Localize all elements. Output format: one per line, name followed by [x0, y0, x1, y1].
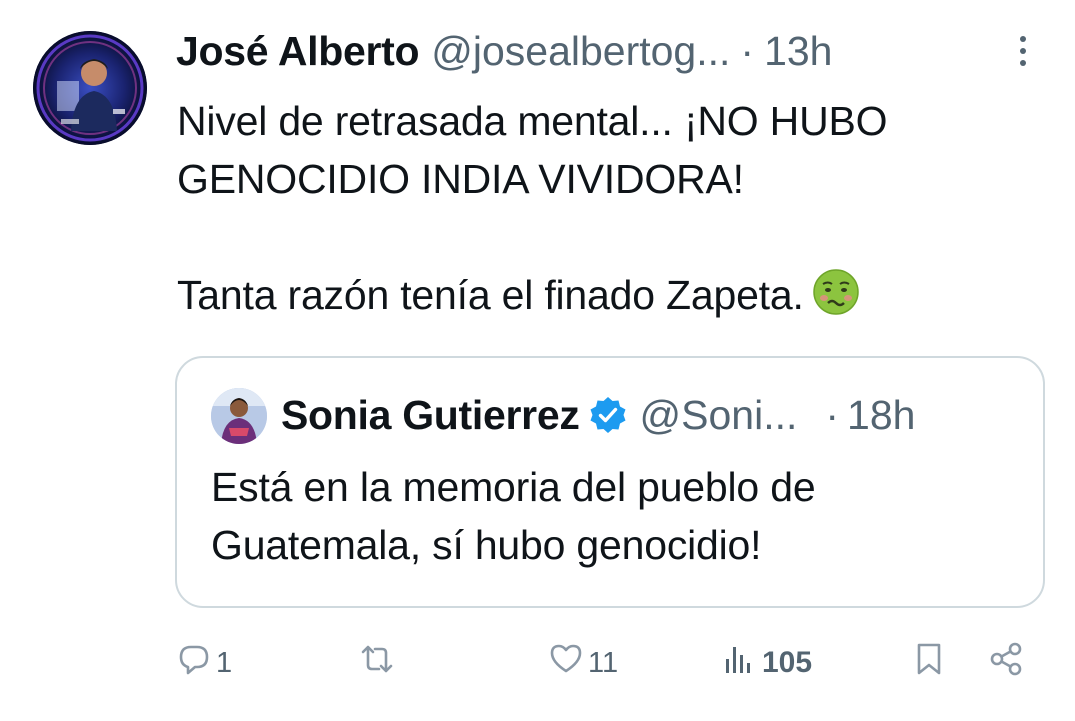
like-button[interactable]: 11: [548, 636, 618, 690]
separator-dot: ·: [740, 28, 755, 74]
quoted-tweet-card[interactable]: Sonia Gutierrez @Soni... · 18h Está en l…: [175, 356, 1045, 608]
share-button[interactable]: [988, 636, 1024, 690]
reply-icon: [176, 641, 212, 685]
tweet-text-paragraph-1: Nivel de retrasada mental... ¡NO HUBO GE…: [177, 98, 888, 202]
retweet-button[interactable]: [359, 636, 399, 690]
share-icon: [988, 641, 1024, 685]
author-avatar[interactable]: [33, 31, 147, 145]
more-options-icon[interactable]: [1012, 32, 1034, 72]
quoted-separator-dot: ·: [825, 391, 840, 438]
heart-icon: [548, 641, 584, 685]
like-count: 11: [588, 646, 619, 679]
views-button[interactable]: 105: [722, 636, 812, 690]
retweet-icon: [359, 641, 395, 685]
quoted-author-avatar[interactable]: [211, 388, 267, 444]
tweet-header: José Alberto @josealbertog... · 13h: [176, 28, 832, 74]
analytics-bars-icon: [722, 641, 758, 685]
reply-button[interactable]: 1: [176, 636, 232, 690]
nauseated-face-icon: [812, 268, 860, 316]
quoted-author-name[interactable]: Sonia Gutierrez: [281, 392, 580, 439]
quoted-tweet-header: Sonia Gutierrez @Soni... · 18h: [281, 390, 915, 440]
reply-count: 1: [216, 646, 233, 679]
tweet-body: Nivel de retrasada mental... ¡NO HUBO GE…: [177, 92, 1057, 324]
bookmark-button[interactable]: [911, 636, 947, 690]
bookmark-icon: [911, 641, 947, 685]
quoted-author-handle[interactable]: @Soni...: [640, 392, 798, 439]
quoted-tweet-body: Está en la memoria del pueblo de Guatema…: [211, 464, 816, 568]
tweet-timestamp[interactable]: 13h: [764, 28, 832, 74]
views-count: 105: [762, 646, 813, 679]
tweet-action-bar: 1 11 105: [0, 636, 1075, 690]
verified-badge-icon: [588, 395, 628, 435]
author-handle[interactable]: @josealbertog...: [431, 28, 730, 74]
tweet-text-paragraph-2: Tanta razón tenía el finado Zapeta.: [177, 266, 1057, 324]
quoted-tweet-timestamp[interactable]: 18h: [847, 392, 915, 439]
author-name[interactable]: José Alberto: [176, 28, 420, 74]
tweet-text-line: Tanta razón tenía el finado Zapeta.: [177, 272, 804, 318]
